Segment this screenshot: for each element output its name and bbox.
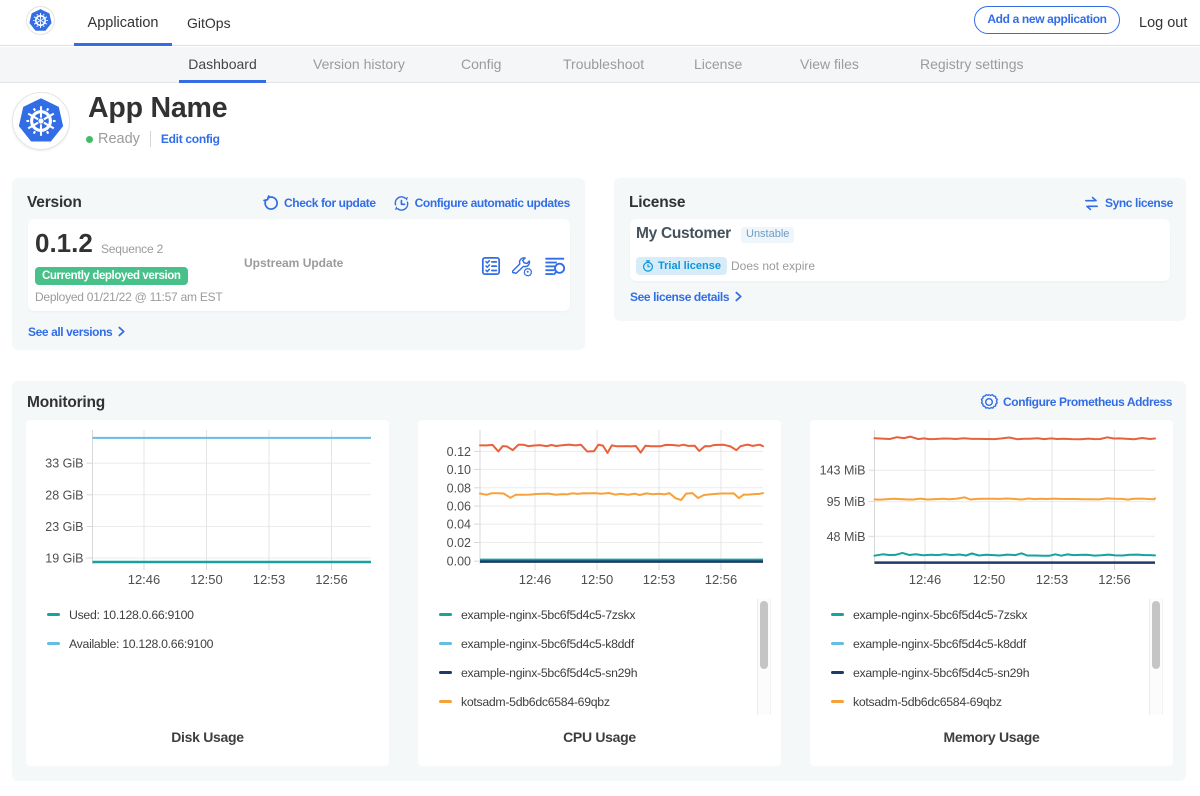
svg-text:0.08: 0.08: [447, 481, 471, 495]
svg-text:95 MiB: 95 MiB: [827, 495, 866, 509]
svg-text:12:53: 12:53: [1036, 572, 1069, 587]
svg-text:48 MiB: 48 MiB: [827, 530, 866, 544]
svg-text:0.02: 0.02: [447, 536, 471, 550]
svg-text:0.12: 0.12: [447, 445, 471, 459]
svg-text:0.00: 0.00: [447, 555, 471, 569]
svg-text:33 GiB: 33 GiB: [45, 457, 83, 471]
svg-text:143 MiB: 143 MiB: [820, 464, 866, 478]
svg-text:0.06: 0.06: [447, 500, 471, 514]
svg-text:28 GiB: 28 GiB: [45, 488, 83, 502]
svg-text:12:46: 12:46: [909, 572, 942, 587]
svg-text:12:56: 12:56: [705, 572, 738, 587]
svg-text:12:50: 12:50: [973, 572, 1006, 587]
svg-text:19 GiB: 19 GiB: [45, 552, 83, 566]
svg-text:12:56: 12:56: [1098, 572, 1131, 587]
svg-text:12:50: 12:50: [190, 572, 223, 587]
svg-text:12:46: 12:46: [128, 572, 161, 587]
svg-text:12:46: 12:46: [519, 572, 552, 587]
svg-text:12:53: 12:53: [253, 572, 286, 587]
svg-text:12:53: 12:53: [643, 572, 676, 587]
svg-text:0.04: 0.04: [447, 518, 471, 532]
svg-text:12:56: 12:56: [315, 572, 348, 587]
svg-text:0.10: 0.10: [447, 463, 471, 477]
svg-text:23 GiB: 23 GiB: [45, 520, 83, 534]
svg-text:12:50: 12:50: [581, 572, 614, 587]
